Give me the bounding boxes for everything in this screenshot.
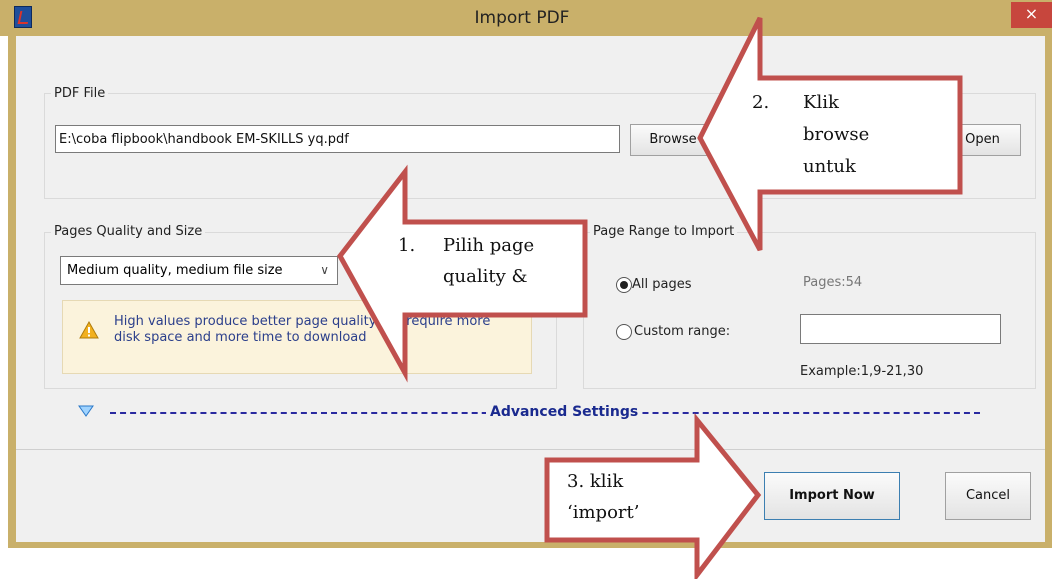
callout-3-line1: 3. klik (567, 471, 624, 492)
callout-1-line1: Pilih page (443, 235, 535, 256)
callout-1-line2: quality & (443, 266, 528, 287)
callout-2-line1: Klik (803, 92, 839, 113)
callout-2-line2: browse (803, 124, 870, 145)
callout-2-line3: untuk (803, 156, 856, 177)
callout-3-line2: ‘import’ (567, 502, 640, 523)
callout-overlay (337, 16, 963, 579)
callout-1-number: 1. (398, 235, 416, 256)
callout-2-number: 2. (752, 92, 770, 113)
